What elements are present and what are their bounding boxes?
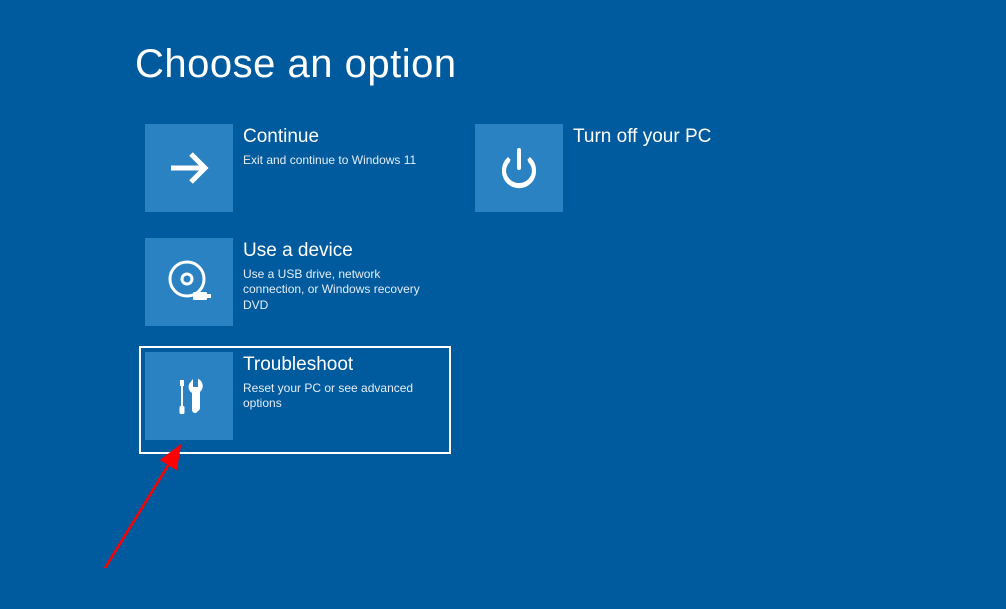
tile-title: Troubleshoot [243, 354, 443, 377]
power-icon [475, 124, 563, 212]
tile-title: Use a device [243, 240, 443, 263]
turn-off-tile[interactable]: Turn off your PC [469, 118, 781, 218]
disc-usb-icon [145, 238, 233, 326]
page-title: Choose an option [135, 42, 457, 87]
tile-title: Continue [243, 126, 416, 149]
continue-tile[interactable]: Continue Exit and continue to Windows 11 [139, 118, 451, 218]
tile-subtitle: Reset your PC or see advanced options [243, 381, 443, 412]
tile-title: Turn off your PC [573, 126, 711, 149]
option-tiles: Continue Exit and continue to Windows 11… [139, 118, 859, 468]
arrow-right-icon [145, 124, 233, 212]
tools-icon [145, 352, 233, 440]
use-device-tile[interactable]: Use a device Use a USB drive, network co… [139, 232, 451, 332]
tile-subtitle: Use a USB drive, network connection, or … [243, 267, 443, 314]
tile-subtitle: Exit and continue to Windows 11 [243, 153, 416, 169]
troubleshoot-tile[interactable]: Troubleshoot Reset your PC or see advanc… [139, 346, 451, 454]
